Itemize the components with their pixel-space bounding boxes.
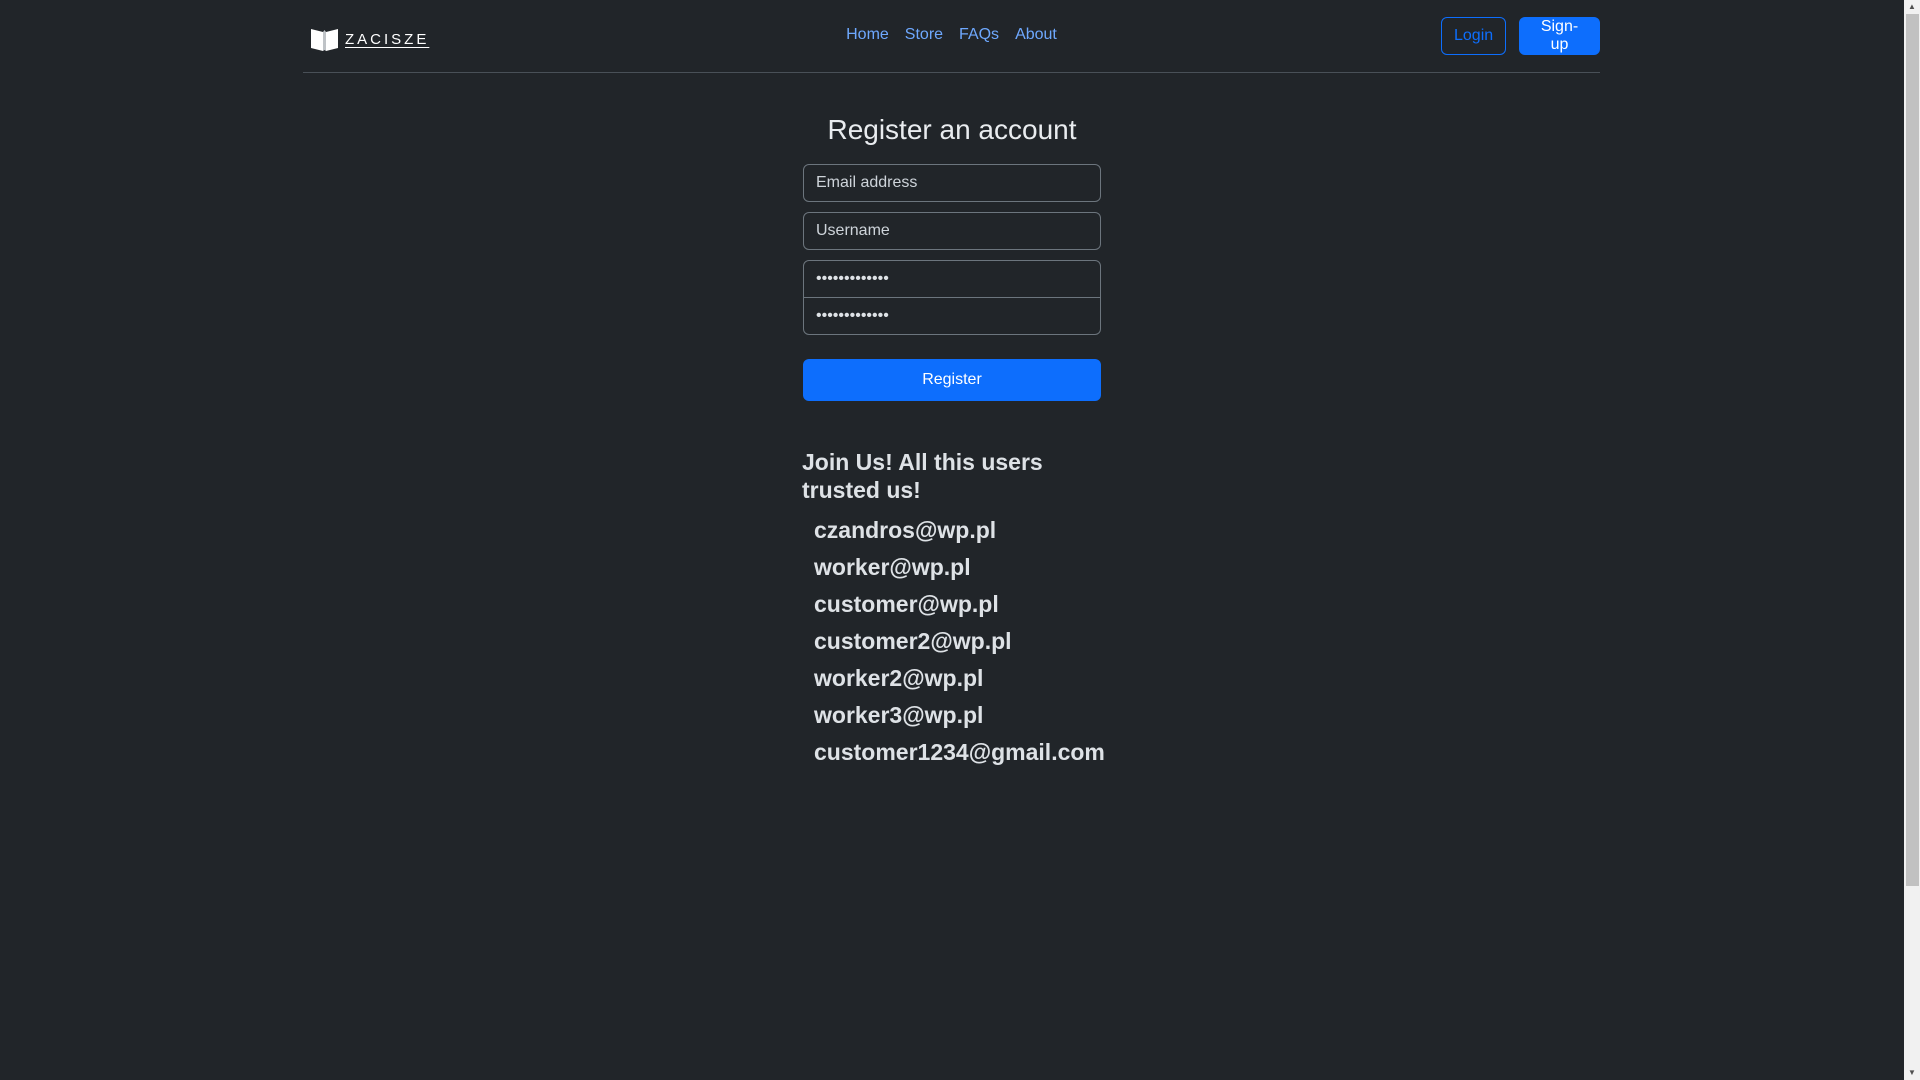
- list-item: customer2@wp.pl: [814, 628, 1012, 654]
- vertical-scrollbar[interactable]: ▲ ▼: [1904, 0, 1920, 1080]
- open-book-icon: [310, 26, 339, 52]
- confirm-password-field[interactable]: [803, 297, 1101, 335]
- logo-text: ZACISZE: [345, 30, 430, 48]
- password-group: [803, 260, 1101, 335]
- username-field[interactable]: [803, 212, 1101, 250]
- email-field[interactable]: [803, 164, 1101, 202]
- list-item: customer@wp.pl: [814, 591, 999, 617]
- nav-store[interactable]: Store: [905, 24, 943, 46]
- list-item: worker3@wp.pl: [814, 702, 984, 728]
- register-form: Register an account Register: [803, 112, 1101, 401]
- list-item: customer1234@gmail.com: [814, 739, 1105, 765]
- list-item: worker2@wp.pl: [814, 665, 984, 691]
- site-header: ZACISZE Home Store FAQs About Login Sign…: [303, 0, 1600, 73]
- trusted-users-heading: Join Us! All this users trusted us!: [802, 449, 1043, 503]
- scrollbar-thumb[interactable]: [1906, 14, 1919, 886]
- list-item: worker@wp.pl: [814, 554, 971, 580]
- scroll-down-icon[interactable]: ▼: [1904, 1066, 1920, 1080]
- password-field[interactable]: [803, 260, 1101, 298]
- signup-button[interactable]: Sign-up: [1519, 17, 1600, 55]
- scroll-up-icon[interactable]: ▲: [1904, 0, 1920, 14]
- nav-faqs[interactable]: FAQs: [959, 24, 999, 46]
- nav-home[interactable]: Home: [846, 24, 889, 46]
- page-title: Register an account: [827, 114, 1077, 145]
- auth-buttons: Login Sign-up: [1441, 17, 1600, 55]
- list-item: czandros@wp.pl: [814, 517, 997, 543]
- page: ZACISZE Home Store FAQs About Login Sign…: [0, 0, 1904, 1080]
- register-button[interactable]: Register: [803, 359, 1101, 401]
- main-nav: Home Store FAQs About: [303, 24, 1600, 46]
- login-button[interactable]: Login: [1441, 17, 1506, 55]
- nav-about[interactable]: About: [1015, 24, 1057, 46]
- trusted-users-list: czandros@wp.pl worker@wp.pl customer@wp.…: [802, 512, 1132, 771]
- logo-link[interactable]: ZACISZE: [310, 24, 429, 54]
- trusted-users-section: Join Us! All this users trusted us! czan…: [802, 448, 1132, 771]
